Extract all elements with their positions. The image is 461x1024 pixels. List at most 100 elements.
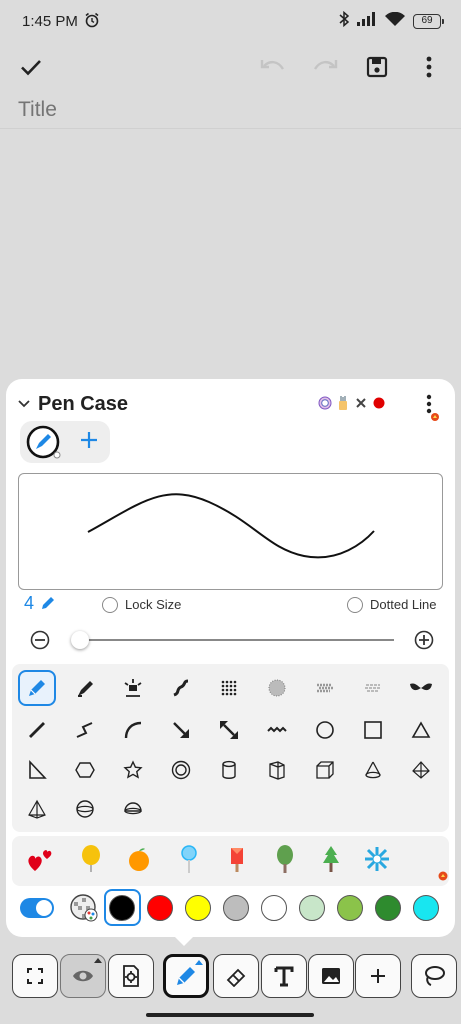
recent-pens[interactable]	[318, 395, 386, 416]
expand-caret-icon	[94, 958, 102, 963]
redo-icon[interactable]	[312, 54, 338, 80]
panel-more-icon[interactable]	[420, 393, 440, 421]
hearts-sticker[interactable]	[26, 844, 56, 874]
sphere-icon[interactable]	[66, 791, 104, 827]
hemisphere-icon[interactable]	[114, 791, 152, 827]
orange-sticker[interactable]	[124, 844, 154, 874]
plus-circle-icon[interactable]	[414, 630, 434, 655]
pyramid-icon[interactable]	[402, 752, 440, 788]
color-swatch[interactable]	[261, 895, 287, 921]
flower-sticker[interactable]	[362, 844, 392, 874]
add-pen-icon[interactable]	[78, 429, 100, 456]
double-arrow-icon[interactable]	[210, 712, 248, 748]
color-swatch[interactable]	[223, 895, 249, 921]
red-dot-icon	[372, 396, 386, 415]
triangle-icon[interactable]	[402, 712, 440, 748]
wave-line-icon[interactable]	[258, 712, 296, 748]
cube-icon[interactable]	[306, 752, 344, 788]
status-bar: 1:45 PM 69	[0, 0, 461, 42]
minus-circle-icon[interactable]	[30, 630, 50, 655]
more-vert-icon[interactable]	[416, 54, 442, 80]
status-time: 1:45 PM	[22, 13, 78, 30]
drawing-canvas[interactable]	[0, 129, 461, 379]
eraser-button[interactable]	[213, 954, 259, 998]
bow-brush-icon[interactable]	[402, 670, 440, 706]
sparkle-brush-icon[interactable]	[114, 670, 152, 706]
image-button[interactable]	[308, 954, 354, 998]
home-indicator	[146, 1013, 314, 1017]
bottom-toolbar	[0, 948, 461, 1004]
line-icon[interactable]	[18, 712, 56, 748]
dot-grid-brush-icon[interactable]	[210, 670, 248, 706]
wifi-icon	[385, 11, 405, 32]
pen-case-header[interactable]: Pen Case	[18, 393, 128, 416]
text-button[interactable]	[261, 954, 307, 998]
lock-size-radio[interactable]	[102, 596, 118, 614]
crayon-icon[interactable]	[354, 670, 392, 706]
charcoal-icon[interactable]	[306, 670, 344, 706]
color-picker-icon[interactable]	[70, 894, 98, 927]
pen-caret-icon	[195, 960, 203, 965]
lasso-button[interactable]	[411, 954, 457, 998]
tree-sticker[interactable]	[270, 844, 300, 874]
eye-icon	[73, 970, 93, 982]
prism-icon[interactable]	[258, 752, 296, 788]
star-icon[interactable]	[114, 752, 152, 788]
color-swatch[interactable]	[109, 895, 135, 921]
fullscreen-icon	[27, 968, 43, 984]
tetrahedron-icon[interactable]	[18, 791, 56, 827]
pen-tool-button[interactable]	[163, 954, 209, 998]
cylinder-icon[interactable]	[210, 752, 248, 788]
color-row	[18, 889, 449, 929]
title-input[interactable]	[18, 96, 438, 124]
stroke-preview-curve	[87, 493, 375, 559]
stroke-preview	[18, 473, 443, 590]
lock-size-label: Lock Size	[125, 597, 182, 612]
zigzag-line-icon[interactable]	[66, 712, 104, 748]
marker-icon[interactable]	[66, 670, 104, 706]
popsicle-sticker[interactable]	[222, 844, 252, 874]
cone-icon[interactable]	[354, 752, 392, 788]
dotted-line-label: Dotted Line	[370, 597, 437, 612]
fullscreen-button[interactable]	[12, 954, 58, 998]
color-swatch[interactable]	[413, 895, 439, 921]
bluetooth-icon	[339, 10, 350, 32]
pen-icon[interactable]	[18, 670, 56, 706]
check-icon[interactable]	[18, 54, 44, 80]
pen-tab-icon[interactable]	[26, 425, 62, 464]
page-settings-button[interactable]	[108, 954, 154, 998]
lollipop-sticker[interactable]	[174, 844, 204, 874]
text-icon	[274, 966, 294, 987]
color-toggle[interactable]	[20, 898, 54, 918]
color-swatch[interactable]	[147, 895, 173, 921]
size-value[interactable]: 4	[24, 593, 34, 614]
chevron-down-icon[interactable]	[18, 396, 30, 414]
add-button[interactable]	[355, 954, 401, 998]
dotted-line-radio[interactable]	[347, 596, 363, 614]
color-swatch[interactable]	[375, 895, 401, 921]
size-slider-thumb[interactable]	[71, 631, 90, 649]
color-swatch[interactable]	[185, 895, 211, 921]
hexagon-icon[interactable]	[66, 752, 104, 788]
circle-icon[interactable]	[306, 712, 344, 748]
right-triangle-icon[interactable]	[18, 752, 56, 788]
undo-icon[interactable]	[260, 54, 286, 80]
save-icon[interactable]	[364, 54, 390, 80]
color-swatch[interactable]	[299, 895, 325, 921]
arrow-icon[interactable]	[162, 712, 200, 748]
square-icon[interactable]	[354, 712, 392, 748]
color-swatch[interactable]	[337, 895, 363, 921]
arc-icon[interactable]	[114, 712, 152, 748]
squiggle-brush-icon[interactable]	[162, 670, 200, 706]
ring-icon[interactable]	[162, 752, 200, 788]
visibility-button[interactable]	[60, 954, 106, 998]
pen-case-label: Pen Case	[38, 393, 129, 415]
spray-icon[interactable]	[258, 670, 296, 706]
battery-indicator: 69	[413, 14, 444, 29]
balloon-sticker[interactable]	[76, 844, 106, 874]
sticker-row	[12, 836, 449, 886]
edit-pencil-icon[interactable]	[40, 595, 56, 616]
pine-tree-sticker[interactable]	[316, 844, 346, 874]
panel-pointer	[174, 936, 194, 946]
size-slider-track[interactable]	[74, 639, 394, 641]
